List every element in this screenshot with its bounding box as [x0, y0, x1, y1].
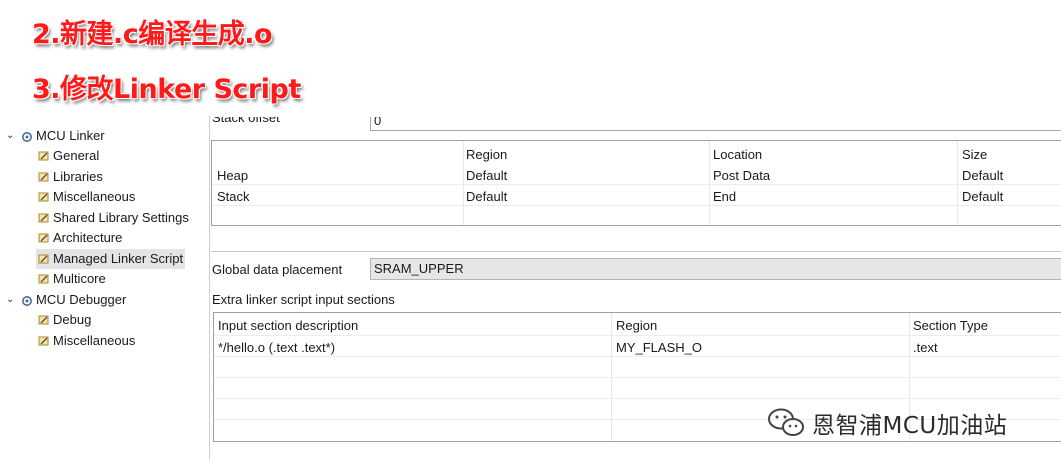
tree-item-label: Architecture — [53, 230, 123, 245]
pane-divider[interactable] — [209, 115, 210, 460]
table-cell[interactable]: Default — [962, 189, 1003, 204]
stack-offset-input[interactable]: 0 — [370, 117, 1061, 131]
tree-item-label: Multicore — [53, 271, 106, 286]
property-page-icon — [38, 151, 49, 161]
tree-node-label: MCU Linker — [36, 128, 105, 143]
tree-item-label: Managed Linker Script — [53, 251, 184, 266]
tree-node-label: MCU Debugger — [36, 292, 127, 307]
stack-offset-label: Stack offset — [212, 117, 280, 125]
global-data-placement-label: Global data placement — [212, 262, 343, 277]
global-data-placement-field[interactable]: SRAM_UPPER — [370, 258, 1061, 280]
expand-chevron-icon[interactable]: ⌄ — [6, 126, 16, 146]
tree-item-label: Shared Library Settings — [53, 210, 189, 225]
tool-settings-icon — [22, 296, 32, 306]
column-header-section-type[interactable]: Section Type — [913, 318, 988, 333]
tree-item-label: Libraries — [53, 169, 103, 184]
tree-item-label: General — [53, 148, 100, 163]
watermark-text: 恩智浦MCU加油站 — [812, 413, 1008, 439]
heap-stack-table[interactable]: Region Location Size Heap Default Post D… — [211, 140, 1061, 226]
property-page-icon — [38, 315, 49, 325]
table-cell[interactable]: Heap — [217, 168, 248, 183]
tree-item-label: Miscellaneous — [53, 333, 136, 348]
property-page-icon — [38, 192, 49, 202]
column-header-size[interactable]: Size — [962, 147, 987, 162]
table-cell[interactable]: .text — [913, 340, 938, 355]
column-header-location[interactable]: Location — [713, 147, 762, 162]
property-page-icon — [38, 233, 49, 243]
table-cell[interactable]: Stack — [217, 189, 250, 204]
tree-node-mcu-debugger[interactable]: ⌄ MCU Debugger — [0, 290, 200, 310]
table-cell[interactable]: Default — [466, 168, 507, 183]
property-page-icon — [38, 274, 49, 284]
stack-offset-row: Stack offset 0 — [211, 117, 1061, 134]
table-cell[interactable]: */hello.o (.text .text*) — [218, 340, 335, 355]
table-cell[interactable]: Default — [962, 168, 1003, 183]
property-page-icon — [38, 213, 49, 223]
table-cell[interactable]: Default — [466, 189, 507, 204]
property-page-icon — [38, 254, 49, 264]
table-cell[interactable]: Post Data — [713, 168, 770, 183]
expand-chevron-icon[interactable]: ⌄ — [6, 290, 16, 310]
tree-item-managed-linker-script[interactable]: Managed Linker Script — [36, 249, 185, 269]
table-cell[interactable]: MY_FLASH_O — [616, 340, 702, 355]
tool-settings-icon — [22, 132, 32, 142]
section-separator — [211, 251, 1061, 252]
column-header-input-section[interactable]: Input section description — [218, 318, 358, 333]
wechat-logo-icon — [768, 408, 804, 436]
table-cell[interactable]: End — [713, 189, 736, 204]
extra-sections-label: Extra linker script input sections — [212, 292, 395, 307]
annotation-step-3: 3.修改Linker Script — [32, 74, 301, 105]
column-header-region[interactable]: Region — [466, 147, 507, 162]
column-header-region[interactable]: Region — [616, 318, 657, 333]
property-page-icon — [38, 336, 49, 346]
tree-item-label: Miscellaneous — [53, 189, 136, 204]
tree-item-label: Debug — [53, 312, 92, 327]
tree-node-mcu-linker[interactable]: ⌄ MCU Linker — [0, 126, 200, 146]
property-page-icon — [38, 172, 49, 182]
annotation-step-2: 2.新建.c编译生成.o — [32, 19, 273, 50]
